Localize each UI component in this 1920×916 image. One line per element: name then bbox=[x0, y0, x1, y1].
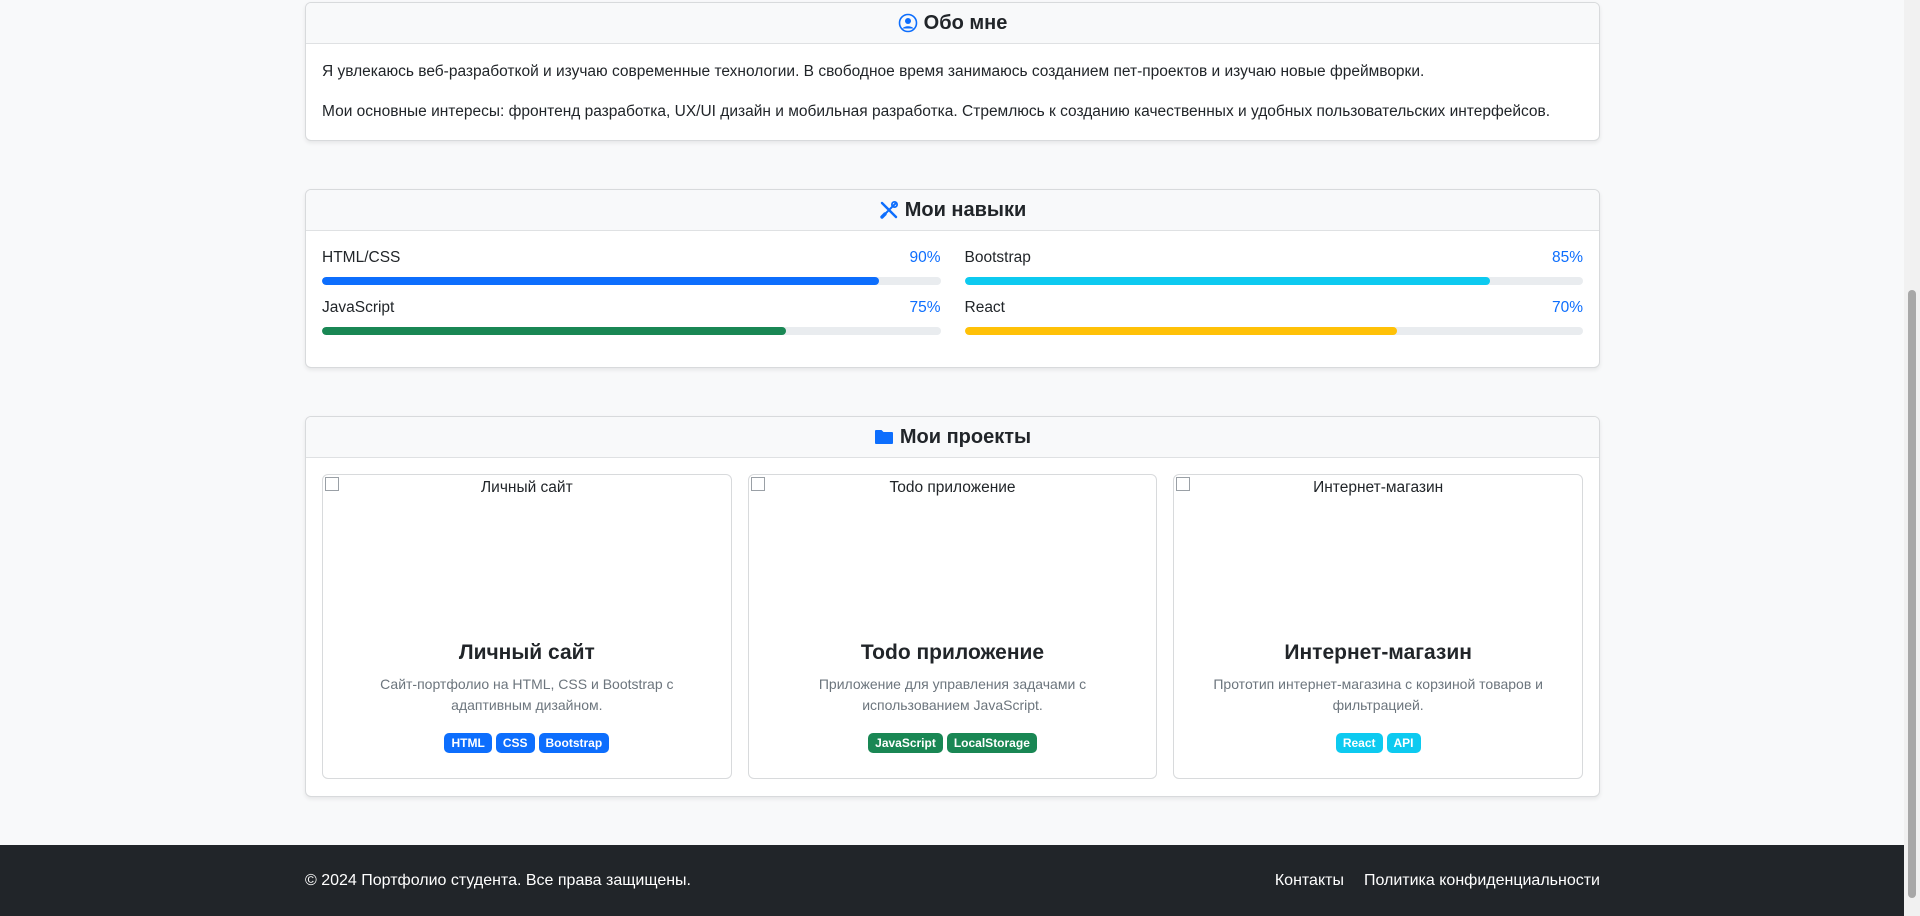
broken-image-icon bbox=[750, 477, 765, 491]
skill-name: Bootstrap bbox=[964, 249, 1031, 266]
about-title: Обо мне bbox=[923, 11, 1008, 34]
project-tags: HTML CSS Bootstrap bbox=[323, 733, 731, 753]
tag-badge: React bbox=[1335, 733, 1383, 753]
broken-image-icon bbox=[1176, 477, 1191, 491]
skill-name: JavaScript bbox=[322, 299, 395, 316]
skill-progress-fill bbox=[964, 327, 1398, 335]
project-card[interactable]: Интернет-магазин Интернет-магазин Протот… bbox=[1173, 474, 1584, 779]
skill-item: Bootstrap 85% bbox=[964, 249, 1583, 285]
tag-badge: HTML bbox=[444, 733, 492, 753]
project-image: Интернет-магазин bbox=[1174, 475, 1582, 625]
skill-progress-bar bbox=[964, 327, 1583, 335]
projects-title: Мои проекты bbox=[899, 425, 1032, 448]
tag-badge: Bootstrap bbox=[538, 733, 610, 753]
about-paragraph-2: Мои основные интересы: фронтенд разработ… bbox=[322, 103, 1551, 120]
about-body: Я увлекаюсь веб-разработкой и изучаю сов… bbox=[306, 44, 1599, 140]
user-circle-icon bbox=[898, 13, 918, 33]
skill-percent: 75% bbox=[909, 299, 941, 316]
skill-name: HTML/CSS bbox=[322, 249, 401, 266]
project-description: Приложение для управления задачами с исп… bbox=[818, 676, 1087, 713]
projects-row: Личный сайт Личный сайт Сайт-портфолио н… bbox=[306, 458, 1599, 779]
project-image: Todo приложение bbox=[749, 475, 1157, 625]
project-tags: JavaScript LocalStorage bbox=[749, 733, 1157, 753]
skill-item: JavaScript 75% bbox=[322, 299, 941, 335]
skill-item: HTML/CSS 90% bbox=[322, 249, 941, 285]
about-paragraph-1: Я увлекаюсь веб-разработкой и изучаю сов… bbox=[322, 63, 1425, 80]
skill-progress-bar bbox=[322, 277, 941, 285]
project-card[interactable]: Личный сайт Личный сайт Сайт-портфолио н… bbox=[322, 474, 732, 779]
project-title: Личный сайт bbox=[458, 641, 595, 664]
project-image-alt: Todo приложение bbox=[889, 479, 1016, 496]
tag-badge: JavaScript bbox=[868, 733, 943, 753]
project-image-alt: Личный сайт bbox=[480, 479, 573, 496]
tag-badge: API bbox=[1386, 733, 1421, 753]
skills-title: Мои навыки bbox=[904, 198, 1027, 221]
skill-progress-bar bbox=[964, 277, 1583, 285]
tag-badge: CSS bbox=[495, 733, 535, 753]
page: Обо мне Я увлекаюсь веб-разработкой и из… bbox=[0, 0, 1904, 916]
project-description: Сайт-портфолио на HTML, CSS и Bootstrap … bbox=[380, 676, 674, 713]
scrollbar-thumb[interactable] bbox=[1908, 290, 1916, 898]
project-title: Todo приложение bbox=[860, 641, 1045, 664]
project-title: Интернет-магазин bbox=[1284, 641, 1472, 664]
skill-percent: 90% bbox=[909, 249, 941, 266]
skills-header: Мои навыки bbox=[306, 190, 1599, 231]
skills-grid: HTML/CSS 90% Bootstrap 85% JavaScript 75% R… bbox=[306, 231, 1599, 335]
project-image-alt: Интернет-магазин bbox=[1313, 479, 1444, 496]
project-card[interactable]: Todo приложение Todo приложение Приложен… bbox=[747, 474, 1158, 779]
skill-progress-bar bbox=[322, 327, 941, 335]
project-tags: React API bbox=[1174, 733, 1582, 753]
page-scrollbar[interactable] bbox=[1904, 0, 1920, 916]
footer-links: Контакты Политика конфиденциальности bbox=[1275, 872, 1600, 890]
about-card: Обо мне Я увлекаюсь веб-разработкой и из… bbox=[305, 2, 1600, 141]
contacts-link[interactable]: Контакты bbox=[1275, 872, 1344, 890]
about-header: Обо мне bbox=[306, 3, 1599, 44]
tools-icon bbox=[879, 200, 899, 220]
tag-badge: LocalStorage bbox=[946, 733, 1037, 753]
broken-image-icon bbox=[325, 477, 339, 491]
projects-card: Мои проекты Личный сайт Личный сайт Сайт… bbox=[305, 416, 1600, 797]
skill-percent: 85% bbox=[1551, 249, 1583, 266]
skill-progress-fill bbox=[322, 327, 786, 335]
copyright-text: © 2024 Портфолио студента. Все права защ… bbox=[305, 871, 691, 889]
skill-progress-fill bbox=[322, 277, 879, 285]
project-description: Прототип интернет-магазина с корзиной то… bbox=[1213, 676, 1543, 713]
skill-item: React 70% bbox=[964, 299, 1583, 335]
skill-percent: 70% bbox=[1551, 299, 1583, 316]
privacy-policy-link[interactable]: Политика конфиденциальности bbox=[1364, 872, 1600, 890]
footer: © 2024 Портфолио студента. Все права защ… bbox=[0, 845, 1904, 916]
skills-card: Мои навыки HTML/CSS 90% Bootstrap 85% Java… bbox=[305, 189, 1600, 368]
footer-inner: © 2024 Портфолио студента. Все права защ… bbox=[305, 845, 1600, 916]
skill-name: React bbox=[964, 299, 1006, 316]
project-image: Личный сайт bbox=[323, 475, 731, 625]
projects-header: Мои проекты bbox=[306, 417, 1599, 458]
skill-progress-fill bbox=[964, 277, 1491, 285]
folder-icon bbox=[874, 427, 894, 447]
